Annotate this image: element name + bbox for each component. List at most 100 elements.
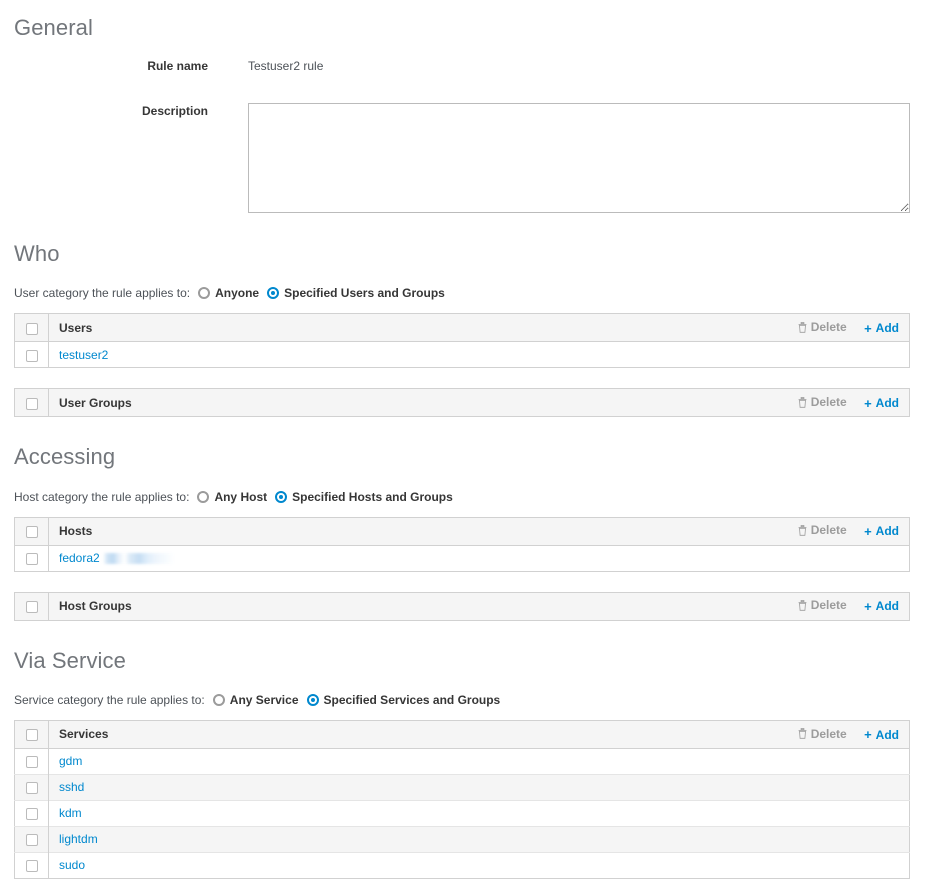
radio-unselected-icon [197, 490, 210, 503]
delete-users-button[interactable]: Delete [798, 320, 847, 334]
row-select-cell [14, 773, 49, 801]
row-name-cell: kdm [48, 799, 910, 827]
checkbox-icon[interactable] [25, 860, 38, 873]
add-hosts-button[interactable]: + Add [864, 524, 899, 538]
add-services-button[interactable]: + Add [864, 728, 899, 742]
delete-hosts-button[interactable]: Delete [798, 523, 847, 537]
description-textarea[interactable] [248, 103, 910, 214]
radio-option-anyone[interactable]: Anyone [198, 286, 259, 300]
row-name-cell: gdm [49, 748, 910, 774]
delete-host-groups-label: Delete [810, 598, 847, 613]
service-category-prompt: Service category the rule applies to: [14, 692, 205, 707]
radio-option-specified-users-and-groups[interactable]: Specified Users and Groups [267, 286, 445, 300]
hosts-table: Hosts Delete + Add fedora2 [14, 516, 910, 572]
checkbox-icon[interactable] [25, 808, 38, 821]
host-link[interactable]: fedora2 [59, 551, 100, 565]
section-title-via-service: Via Service [14, 647, 126, 673]
add-host-groups-button[interactable]: + Add [864, 599, 899, 613]
table-row[interactable]: lightdm [14, 825, 910, 853]
users-column-header: Users [48, 313, 272, 343]
row-select-cell [14, 851, 49, 879]
section-title-general: General [14, 15, 93, 40]
trash-icon [798, 599, 807, 611]
radio-selected-icon [275, 490, 288, 503]
checkbox-icon[interactable] [25, 756, 38, 769]
radio-option-any-host-label: Any Host [214, 489, 268, 504]
row-select-cell [14, 341, 49, 368]
service-link[interactable]: gdm [59, 754, 82, 768]
hosts-column-header: Hosts [48, 517, 272, 546]
hbac-rule-settings-page: General Rule name Testuser2 rule Descrip… [0, 0, 938, 883]
checkbox-icon[interactable] [25, 349, 38, 362]
delete-host-groups-button[interactable]: Delete [798, 598, 847, 612]
delete-services-button[interactable]: Delete [798, 727, 847, 741]
radio-option-any-host[interactable]: Any Host [197, 490, 267, 504]
services-table-actions: Delete + Add [326, 720, 910, 749]
redacted-host-domain [102, 553, 175, 565]
service-link[interactable]: kdm [59, 806, 82, 820]
add-user-groups-button[interactable]: + Add [864, 396, 899, 410]
service-link[interactable]: sshd [59, 780, 84, 794]
host-category-line: Host category the rule applies to: Any H… [0, 488, 938, 506]
radio-option-any-service[interactable]: Any Service [212, 692, 299, 707]
user-groups-column-header: User Groups [48, 388, 392, 418]
service-link[interactable]: lightdm [59, 832, 98, 846]
row-select-cell [14, 799, 49, 827]
row-select-cell [14, 825, 49, 853]
table-header-row: Services Delete + Add [14, 720, 910, 749]
trash-icon [798, 321, 807, 333]
host-groups-column-header: Host Groups [48, 592, 392, 621]
radio-option-specified-hosts-and-groups-label: Specified Hosts and Groups [292, 489, 453, 504]
delete-user-groups-button[interactable]: Delete [798, 395, 847, 409]
radio-option-any-service-label: Any Service [229, 692, 299, 707]
services-table: Services Delete + Add gdm sshd kdm light… [14, 719, 910, 879]
checkbox-icon[interactable] [25, 782, 38, 795]
plus-icon: + [864, 320, 872, 336]
table-row[interactable]: sudo [14, 851, 910, 879]
select-all-services-cell [14, 720, 49, 749]
checkbox-icon[interactable] [25, 525, 38, 538]
users-table-actions: Delete + Add [271, 313, 910, 343]
select-all-users-cell [14, 313, 49, 343]
radio-selected-icon [267, 287, 280, 300]
plus-icon: + [864, 727, 872, 742]
table-row[interactable]: sshd [14, 773, 910, 801]
service-link[interactable]: sudo [59, 858, 85, 872]
user-groups-table-actions: Delete + Add [391, 388, 910, 418]
table-row[interactable]: kdm [14, 799, 910, 827]
table-header-row: Hosts Delete + Add [14, 517, 910, 546]
trash-icon [798, 728, 807, 739]
section-title-who: Who [14, 241, 60, 267]
checkbox-icon[interactable] [25, 834, 38, 847]
rule-name-value: Testuser2 rule [248, 59, 324, 74]
rule-name-label: Rule name [147, 59, 208, 74]
table-row[interactable]: fedora2 [14, 545, 910, 572]
checkbox-icon[interactable] [25, 552, 38, 565]
radio-option-specified-services-and-groups[interactable]: Specified Services and Groups [306, 692, 501, 707]
row-name-cell: fedora2 [49, 545, 910, 571]
row-name-cell: sshd [48, 773, 910, 801]
table-row[interactable]: testuser2 [14, 341, 910, 368]
select-all-user-groups-cell [14, 388, 49, 418]
checkbox-icon[interactable] [25, 729, 38, 742]
hosts-table-actions: Delete + Add [271, 517, 910, 546]
checkbox-icon[interactable] [25, 600, 38, 613]
host-groups-table: Host Groups Delete + Add [14, 591, 910, 621]
add-users-label: Add [875, 321, 899, 336]
services-table-body: gdm sshd kdm lightdm sudo [14, 748, 910, 879]
checkbox-icon[interactable] [25, 322, 38, 335]
trash-icon [798, 396, 807, 408]
plus-icon: + [864, 395, 872, 411]
radio-option-specified-hosts-and-groups[interactable]: Specified Hosts and Groups [275, 490, 453, 504]
table-row[interactable]: gdm [14, 748, 910, 775]
radio-selected-icon [306, 693, 319, 706]
row-select-cell [14, 748, 49, 775]
add-users-button[interactable]: + Add [864, 321, 899, 335]
delete-hosts-label: Delete [810, 523, 847, 538]
radio-unselected-icon [212, 693, 225, 706]
user-link[interactable]: testuser2 [59, 348, 108, 362]
radio-option-specified-services-and-groups-label: Specified Services and Groups [323, 692, 501, 707]
checkbox-icon[interactable] [25, 397, 38, 410]
delete-services-label: Delete [810, 726, 847, 741]
radio-option-anyone-label: Anyone [215, 286, 260, 301]
